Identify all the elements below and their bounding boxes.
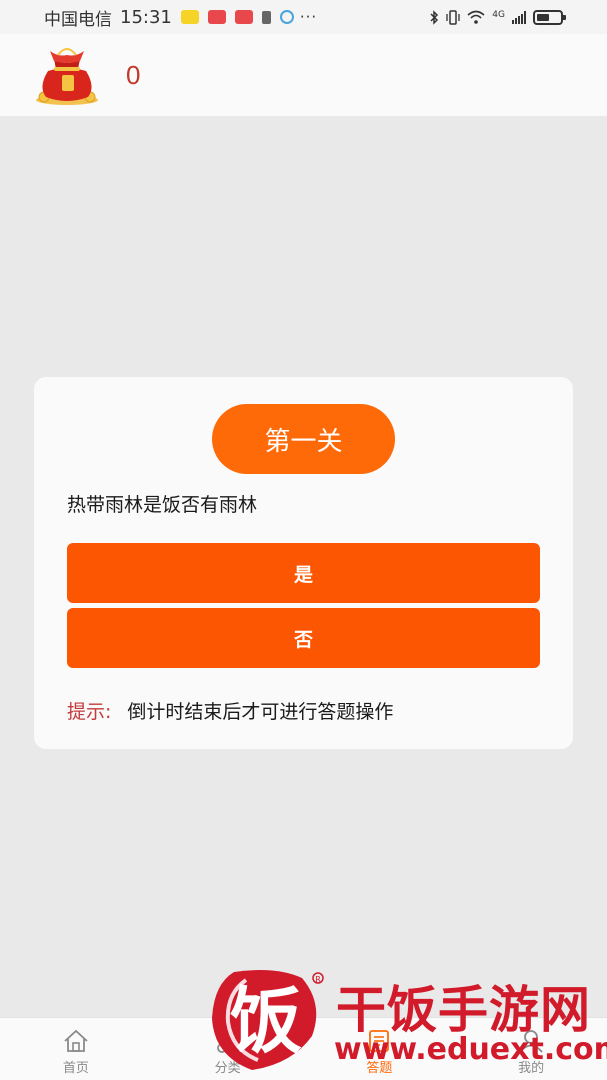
vibrate-icon (446, 9, 460, 25)
hint: 提示: 倒计时结束后才可进行答题操作 (67, 697, 393, 724)
tab-category[interactable]: 分类 (152, 1018, 304, 1080)
answer-yes-button[interactable]: 是 (67, 543, 540, 603)
coin-score: 0 (126, 59, 141, 90)
money-bag-icon[interactable] (34, 45, 100, 105)
quiz-card: 第一关 热带雨林是饭否有雨林 是 否 提示: 倒计时结束后才可进行答题操作 (34, 377, 573, 749)
answer-no-button[interactable]: 否 (67, 608, 540, 668)
more-notifications-icon: ··· (299, 8, 318, 26)
carrier-label: 中国电信 (44, 9, 112, 30)
status-right: 4G (429, 9, 566, 25)
bottom-tab-bar: 首页 分类 答题 我的 (0, 1017, 607, 1080)
wifi-icon (467, 10, 485, 24)
hint-label: 提示: (67, 701, 112, 723)
tab-category-label: 分类 (214, 1061, 241, 1076)
bluetooth-icon (430, 9, 439, 25)
clock: 15:31 (120, 6, 172, 28)
tab-profile-label: 我的 (518, 1061, 545, 1076)
tab-quiz[interactable]: 答题 (304, 1018, 456, 1080)
status-left: 中国电信 15:31 ··· (44, 5, 317, 30)
home-icon (64, 1029, 88, 1052)
hint-text: 倒计时结束后才可进行答题操作 (127, 701, 394, 723)
app-notification-icon (207, 10, 226, 24)
network-type-label: 4G (492, 9, 505, 20)
quiz-icon (369, 1030, 390, 1052)
category-icon (215, 1031, 240, 1053)
question-text: 热带雨林是饭否有雨林 (67, 494, 258, 516)
header: 0 (0, 34, 607, 116)
tab-profile[interactable]: 我的 (455, 1018, 607, 1080)
battery-icon (533, 9, 566, 25)
signal-strength-icon (512, 10, 526, 24)
status-bar: 中国电信 15:31 ··· 4G (0, 0, 607, 34)
tab-home[interactable]: 首页 (0, 1018, 152, 1080)
svg-text:R: R (315, 975, 321, 984)
tab-home-label: 首页 (62, 1061, 89, 1076)
profile-icon (519, 1030, 543, 1053)
browser-notification-icon (279, 10, 294, 24)
app-notification-icon (234, 10, 253, 24)
level-title: 第一关 (212, 404, 395, 474)
tab-quiz-label: 答题 (366, 1061, 393, 1076)
battery-saver-icon (261, 10, 271, 24)
app-notification-icon (180, 10, 199, 24)
